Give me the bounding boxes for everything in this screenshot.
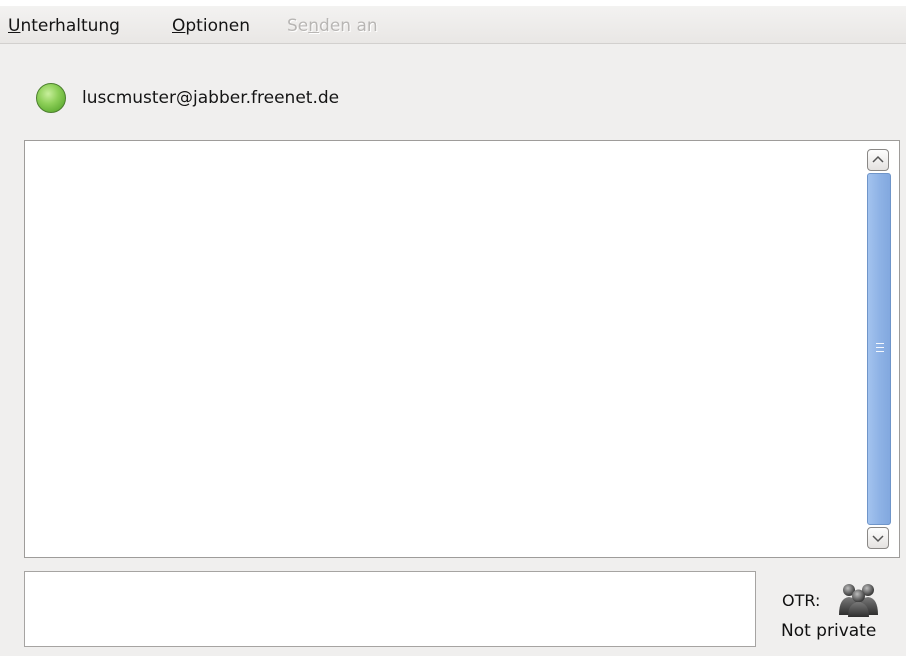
otr-not-private-icon[interactable] xyxy=(837,581,880,617)
menu-senden-an-rest: den an xyxy=(319,16,378,36)
menu-unterhaltung-rest: nterhaltung xyxy=(20,16,120,36)
menu-senden-an-mnemonic: n xyxy=(308,16,320,36)
menu-optionen-mnemonic: O xyxy=(172,16,186,36)
otr-label: OTR: xyxy=(782,591,821,610)
menu-optionen[interactable]: Optionen xyxy=(172,15,250,37)
menu-unterhaltung-mnemonic: U xyxy=(8,16,21,36)
scroll-thumb[interactable] xyxy=(867,173,891,525)
contact-name: luscmuster@jabber.freenet.de xyxy=(82,88,340,108)
online-status-icon xyxy=(36,83,66,113)
chat-history[interactable] xyxy=(24,140,900,558)
scroll-down-button[interactable] xyxy=(867,527,889,549)
menu-senden-an-prefix: Se xyxy=(287,16,309,36)
chevron-up-icon xyxy=(872,155,884,163)
menu-bar: Unterhaltung Optionen Senden an xyxy=(0,6,906,44)
otr-status: Not private xyxy=(781,621,877,641)
message-input[interactable] xyxy=(24,571,756,647)
scroll-up-button[interactable] xyxy=(867,149,889,171)
chevron-down-icon xyxy=(872,535,884,543)
chat-scrollbar[interactable] xyxy=(865,147,893,551)
menu-optionen-rest: ptionen xyxy=(185,16,250,36)
menu-unterhaltung[interactable]: Unterhaltung xyxy=(8,15,120,37)
menu-senden-an: Senden an xyxy=(287,15,378,37)
chat-window: Unterhaltung Optionen Senden an luscmust… xyxy=(0,0,906,656)
grip-icon xyxy=(876,343,884,355)
